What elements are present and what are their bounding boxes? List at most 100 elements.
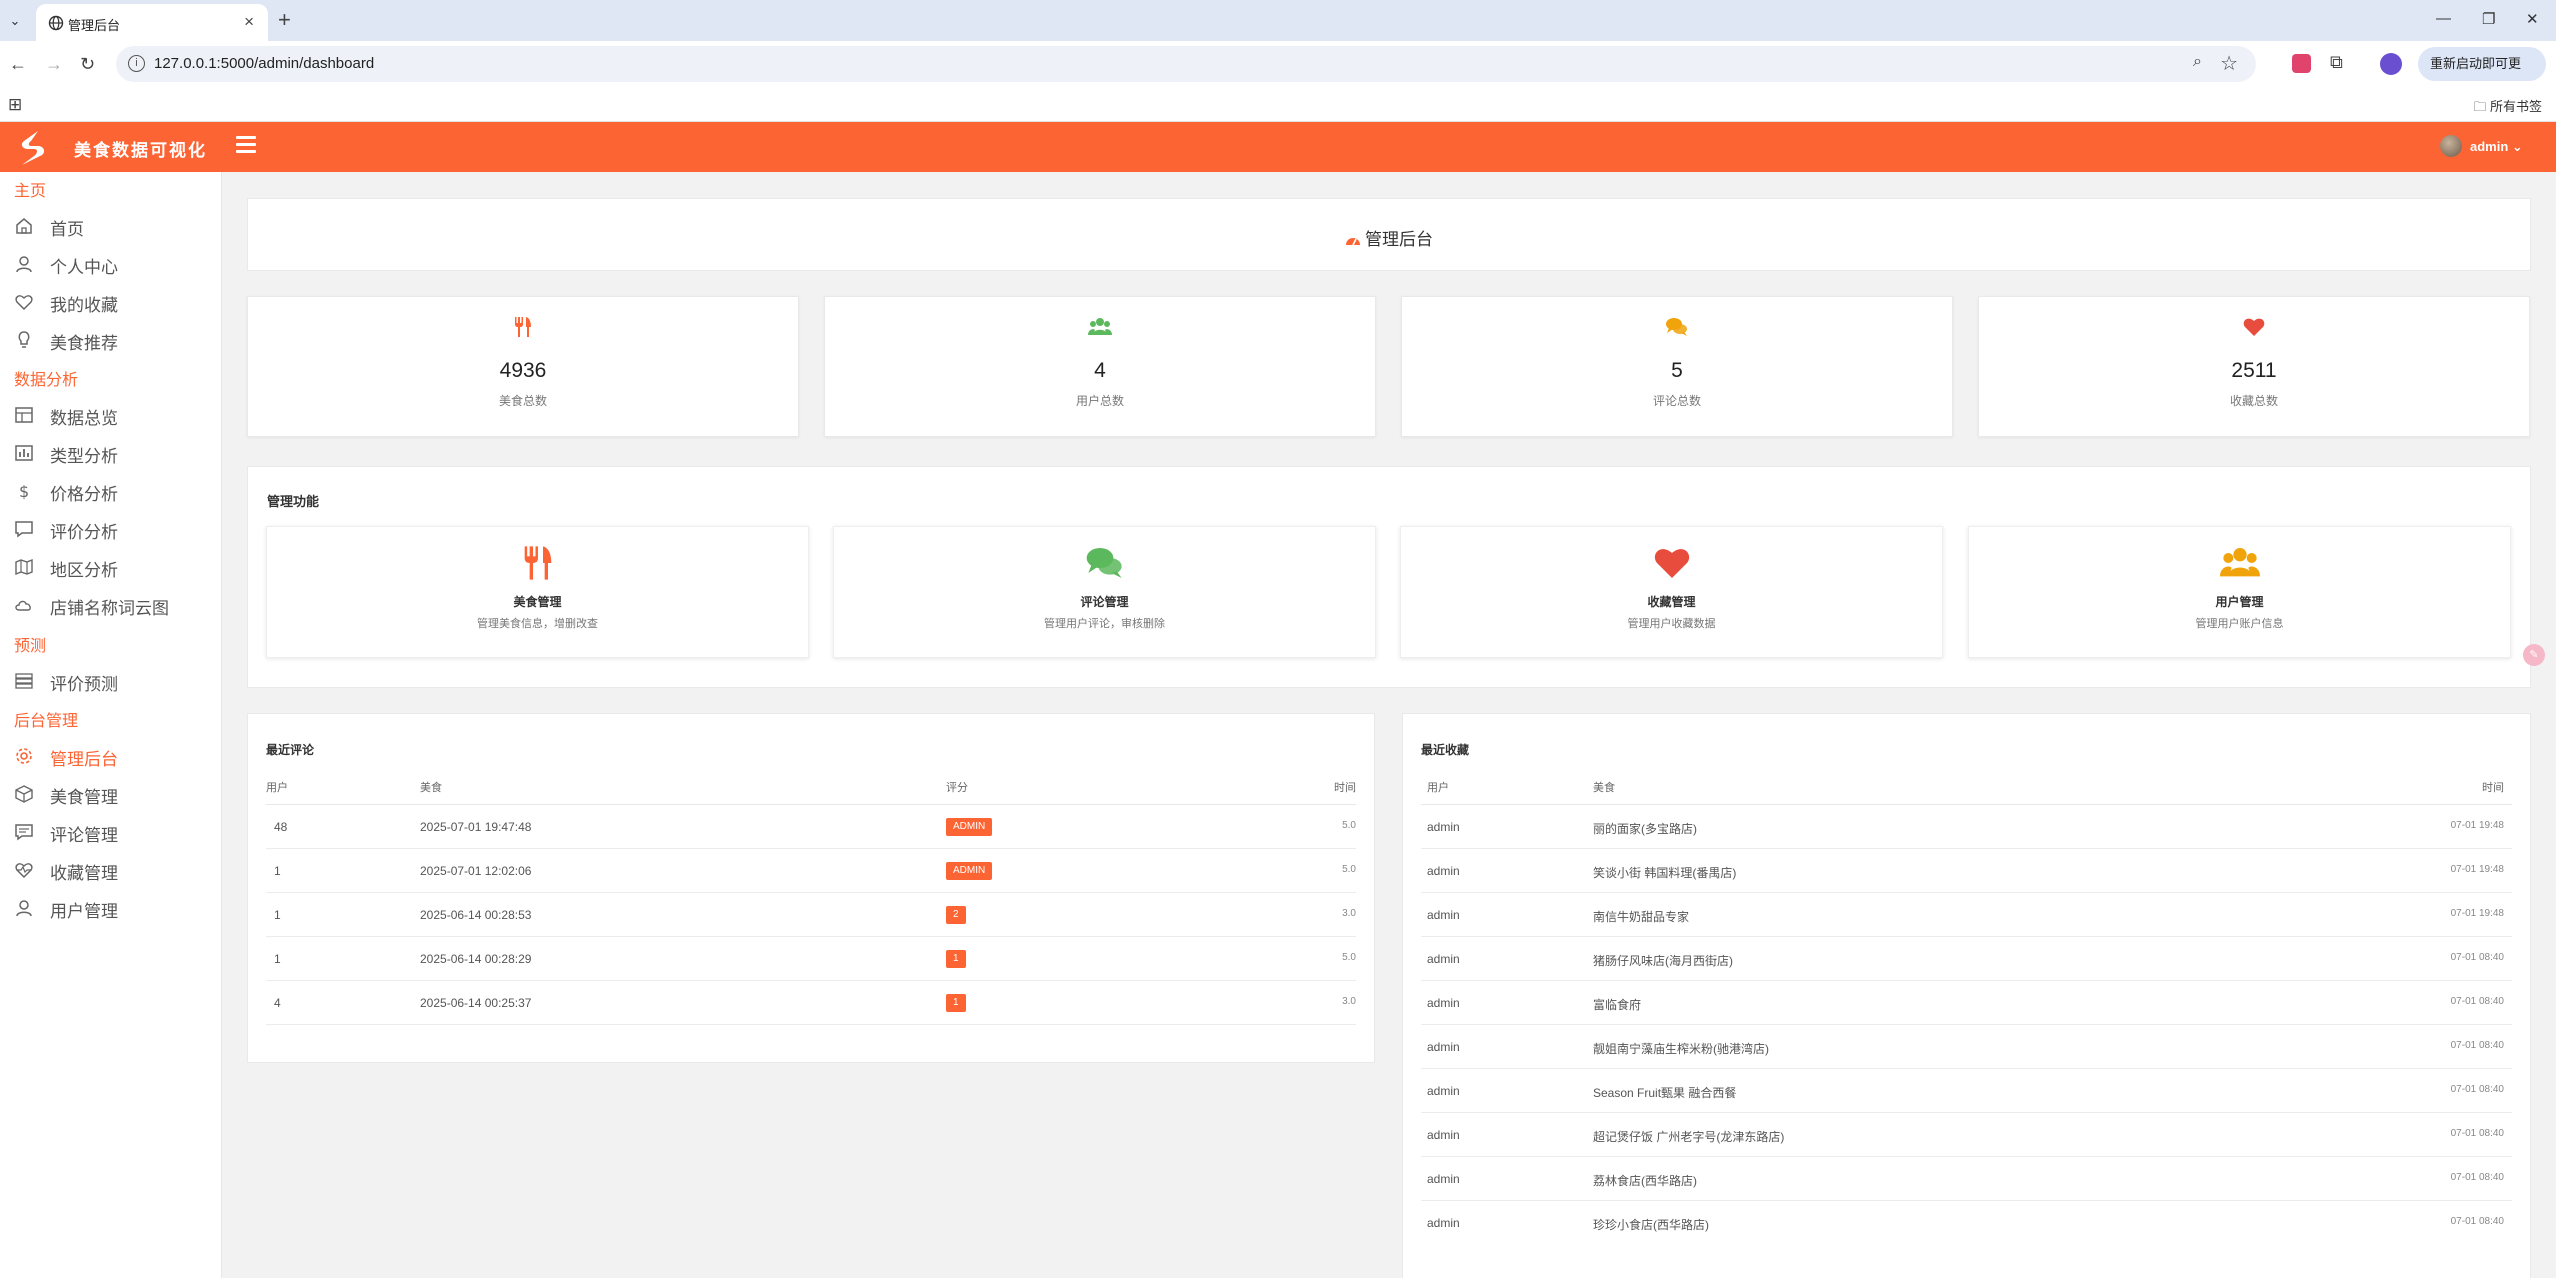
close-tab-icon[interactable]: × <box>244 12 254 32</box>
browser-tab[interactable]: 管理后台 × <box>36 4 268 41</box>
table-row[interactable]: 1 2025-07-01 12:02:06 ADMIN 5.0 <box>266 849 1356 893</box>
section-title: 管理功能 <box>267 494 320 509</box>
cell-food: 2025-06-14 00:25:37 <box>420 996 532 1010</box>
url-text[interactable]: 127.0.0.1:5000/admin/dashboard <box>154 55 374 72</box>
site-info-icon[interactable]: i <box>128 55 145 72</box>
profile-icon[interactable] <box>2380 53 2402 75</box>
heart-icon <box>2243 318 2265 336</box>
tab-search-icon[interactable]: ⌄ <box>6 12 24 30</box>
extension-icon[interactable] <box>2292 54 2311 73</box>
cell-food: 富临食府 <box>1593 998 1642 1012</box>
card-description: 管理美食信息，增删改查 <box>477 618 598 630</box>
zoom-icon[interactable]: ⌕ <box>2193 53 2202 71</box>
sidebar-item-profile[interactable]: 个人中心 <box>0 248 220 278</box>
sidebar-item-admin-dashboard[interactable]: 管理后台 <box>0 740 220 770</box>
user-icon <box>16 900 32 917</box>
cell-time: 07-01 08:40 <box>2450 1172 2504 1183</box>
back-icon[interactable]: ← <box>9 54 27 75</box>
restore-icon[interactable]: ❐ <box>2482 10 2495 28</box>
sidebar-item-user-admin[interactable]: 用户管理 <box>0 892 220 922</box>
address-bar[interactable]: i 127.0.0.1:5000/admin/dashboard ⌕ ☆ <box>116 46 2256 82</box>
cell-time: 3.0 <box>1342 996 1356 1007</box>
map-icon <box>15 558 33 576</box>
sidebar-item-label: 类型分析 <box>50 447 118 466</box>
apps-grid-icon[interactable]: ⊞ <box>8 95 22 115</box>
card-title: 用户管理 <box>2215 595 2264 609</box>
cell-time: 07-01 08:40 <box>2450 1040 2504 1051</box>
sidebar-item-wordcloud[interactable]: 店铺名称词云图 <box>0 589 220 619</box>
bookmarks-bar: ⊞ 🗀 所有书签 <box>0 88 2556 122</box>
table-row[interactable]: admin 猪肠仔风味店(海月西街店) 07-01 08:40 <box>1421 937 2512 981</box>
cell-time: 07-01 19:48 <box>2450 820 2504 831</box>
all-bookmarks-label: 所有书签 <box>2489 99 2542 114</box>
user-menu[interactable]: admin ⌄ <box>2440 133 2530 161</box>
sidebar-item-food-admin[interactable]: 美食管理 <box>0 778 220 808</box>
sidebar-item-overview[interactable]: 数据总览 <box>0 399 220 429</box>
home-icon <box>16 218 32 234</box>
table-row[interactable]: admin Season Fruit甄果 融合西餐 07-01 08:40 <box>1421 1069 2512 1113</box>
table-row[interactable]: admin 靓姐南宁藻庙生榨米粉(驰港湾店) 07-01 08:40 <box>1421 1025 2512 1069</box>
user-icon <box>16 256 32 273</box>
sidebar-item-type[interactable]: 类型分析 <box>0 437 220 467</box>
sidebar-item-region[interactable]: 地区分析 <box>0 551 220 581</box>
cell-food: 猪肠仔风味店(海月西街店) <box>1593 954 1733 968</box>
table-row[interactable]: admin 丽的面家(多宝路店) 07-01 19:48 <box>1421 805 2512 849</box>
management-functions-panel: 管理功能 美食管理 管理美食信息，增删改查 评论管理 管理用户评论，审核删除 收… <box>247 466 2531 688</box>
forward-icon[interactable]: → <box>45 54 63 75</box>
sidebar-item-predict[interactable]: 评价预测 <box>0 665 220 695</box>
table-row[interactable]: admin 荔林食店(西华路店) 07-01 08:40 <box>1421 1157 2512 1201</box>
sidebar-item-label: 价格分析 <box>50 485 118 504</box>
sidebar-item-home[interactable]: 首页 <box>0 210 220 240</box>
all-bookmarks-button[interactable]: 🗀 所有书签 <box>2473 96 2542 120</box>
sidebar-item-label: 美食管理 <box>50 788 118 807</box>
cell-user: admin <box>1427 820 1460 834</box>
cell-user: 1 <box>274 864 281 878</box>
user-management-card[interactable]: 用户管理 管理用户账户信息 <box>1968 526 2511 658</box>
column-header: 评分 <box>946 782 968 794</box>
sidebar-item-favorites[interactable]: 我的收藏 <box>0 286 220 316</box>
svg-text:$: $ <box>19 482 29 501</box>
menu-toggle-icon[interactable] <box>236 136 256 154</box>
cell-user: admin <box>1427 908 1460 922</box>
cell-time: 07-01 08:40 <box>2450 1216 2504 1227</box>
close-window-icon[interactable]: ✕ <box>2526 10 2539 28</box>
layout-icon <box>15 407 33 423</box>
table-row[interactable]: 48 2025-07-01 19:47:48 ADMIN 5.0 <box>266 805 1356 849</box>
table-row[interactable]: admin 富临食府 07-01 08:40 <box>1421 981 2512 1025</box>
card-description: 管理用户收藏数据 <box>1627 618 1716 630</box>
update-button[interactable]: 重新启动即可更新 ⋮ <box>2418 47 2546 105</box>
utensils-icon <box>515 317 531 337</box>
favorite-management-card[interactable]: 收藏管理 管理用户收藏数据 <box>1400 526 1943 658</box>
cell-user: admin <box>1427 1040 1460 1054</box>
table-row[interactable]: admin 笑谈小街 韩国料理(番禺店) 07-01 19:48 <box>1421 849 2512 893</box>
minimize-icon[interactable]: — <box>2436 10 2451 27</box>
table-row[interactable]: 1 2025-06-14 00:28:53 2 3.0 <box>266 893 1356 937</box>
table-row[interactable]: admin 南信牛奶甜品专家 07-01 19:48 <box>1421 893 2512 937</box>
cell-user: 48 <box>274 820 288 834</box>
sidebar-item-price[interactable]: $ 价格分析 <box>0 475 220 505</box>
comment-management-card[interactable]: 评论管理 管理用户评论，审核删除 <box>833 526 1376 658</box>
table-row[interactable]: admin 超记煲仔饭 广州老字号(龙津东路店) 07-01 08:40 <box>1421 1113 2512 1157</box>
floating-assistant-icon[interactable]: ✎ <box>2523 644 2545 666</box>
cell-time: 07-01 08:40 <box>2450 1084 2504 1095</box>
cell-time: 07-01 08:40 <box>2450 1128 2504 1139</box>
table-row[interactable]: 1 2025-06-14 00:28:29 1 5.0 <box>266 937 1356 981</box>
sidebar-item-review[interactable]: 评价分析 <box>0 513 220 543</box>
sidebar-item-recommend[interactable]: 美食推荐 <box>0 324 220 354</box>
table-row[interactable]: admin 珍珍小食店(西华路店) 07-01 08:40 <box>1421 1201 2512 1245</box>
cell-user: admin <box>1427 1216 1460 1230</box>
bookmark-star-icon[interactable]: ☆ <box>2220 51 2238 76</box>
tab-title: 管理后台 <box>68 18 121 33</box>
new-tab-icon[interactable]: + <box>278 7 291 33</box>
gear-icon <box>16 748 32 764</box>
table-row[interactable]: 4 2025-06-14 00:25:37 1 3.0 <box>266 981 1356 1025</box>
sidebar-item-label: 店铺名称词云图 <box>50 599 169 618</box>
stat-value: 4 <box>1094 359 1106 382</box>
sidebar-item-favorite-admin[interactable]: 收藏管理 <box>0 854 220 884</box>
cell-user: 1 <box>274 908 281 922</box>
extensions-puzzle-icon[interactable]: ⧉ <box>2330 52 2343 73</box>
sidebar-item-comment-admin[interactable]: 评论管理 <box>0 816 220 846</box>
reload-icon[interactable]: ↻ <box>80 54 95 75</box>
cell-food: 珍珍小食店(西华路店) <box>1593 1218 1709 1232</box>
food-management-card[interactable]: 美食管理 管理美食信息，增删改查 <box>266 526 809 658</box>
